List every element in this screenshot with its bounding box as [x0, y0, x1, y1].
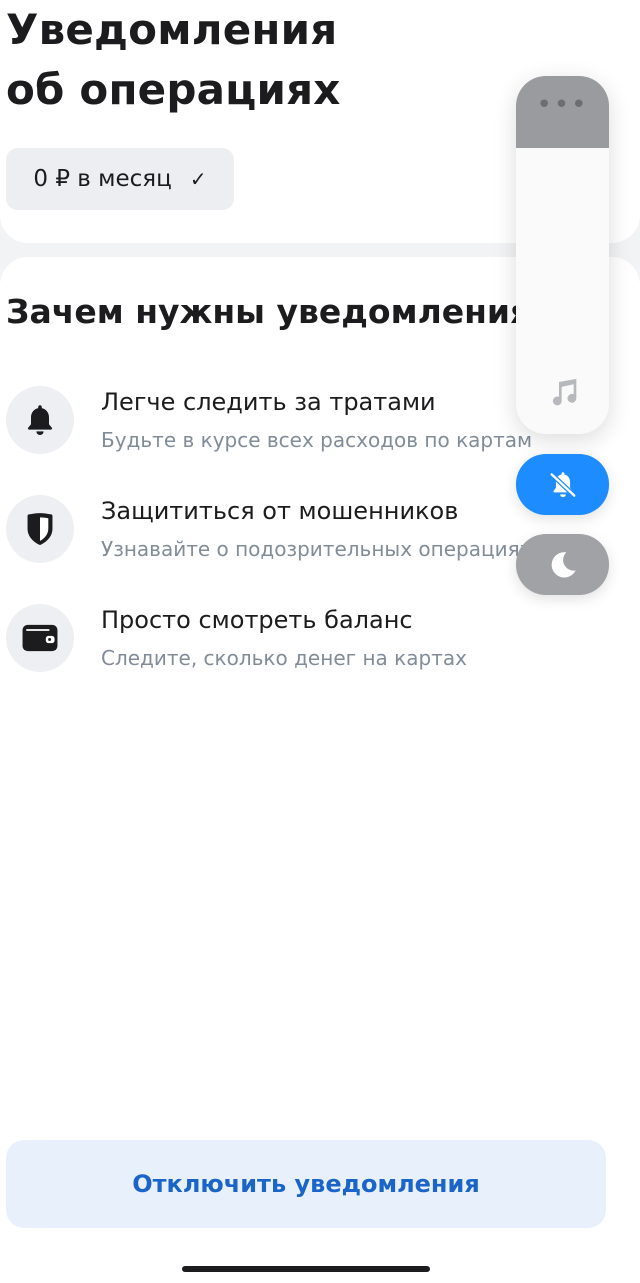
- section-title: Зачем нужны уведомления: [6, 292, 532, 331]
- benefit-subtitle: Узнавайте о подозрительных операциях: [101, 537, 532, 561]
- moon-icon: [551, 551, 576, 578]
- bell-slash-icon: [548, 471, 577, 498]
- disable-notifications-button[interactable]: Отключить уведомления: [6, 1140, 606, 1228]
- music-note-icon: [552, 378, 577, 406]
- benefit-item-balance: Просто смотреть баланс Следите, сколько …: [6, 604, 640, 676]
- benefit-title: Легче следить за тратами: [101, 388, 436, 416]
- benefit-subtitle: Следите, сколько денег на картах: [101, 646, 467, 670]
- silent-mode-toggle[interactable]: [516, 454, 609, 515]
- price-chip[interactable]: 0 ₽ в месяц ✓: [6, 148, 234, 210]
- price-label: 0 ₽ в месяц: [33, 166, 172, 192]
- benefit-subtitle: Будьте в курсе всех расходов по картам: [101, 428, 533, 452]
- wallet-icon: [6, 604, 74, 672]
- benefit-title: Просто смотреть баланс: [101, 606, 413, 634]
- more-options-icon[interactable]: •••: [516, 90, 609, 120]
- volume-slider[interactable]: •••: [516, 76, 609, 434]
- benefit-title: Защититься от мошенников: [101, 497, 459, 525]
- page-title: Уведомления об операциях: [6, 0, 466, 120]
- page-title-line-2: об операциях: [6, 65, 341, 114]
- page-title-line-1: Уведомления: [6, 5, 338, 54]
- checkmark-icon: ✓: [189, 167, 207, 191]
- focus-mode-toggle[interactable]: [516, 534, 609, 595]
- shield-icon: [6, 495, 74, 563]
- bell-icon: [6, 386, 74, 454]
- home-indicator[interactable]: [182, 1266, 430, 1272]
